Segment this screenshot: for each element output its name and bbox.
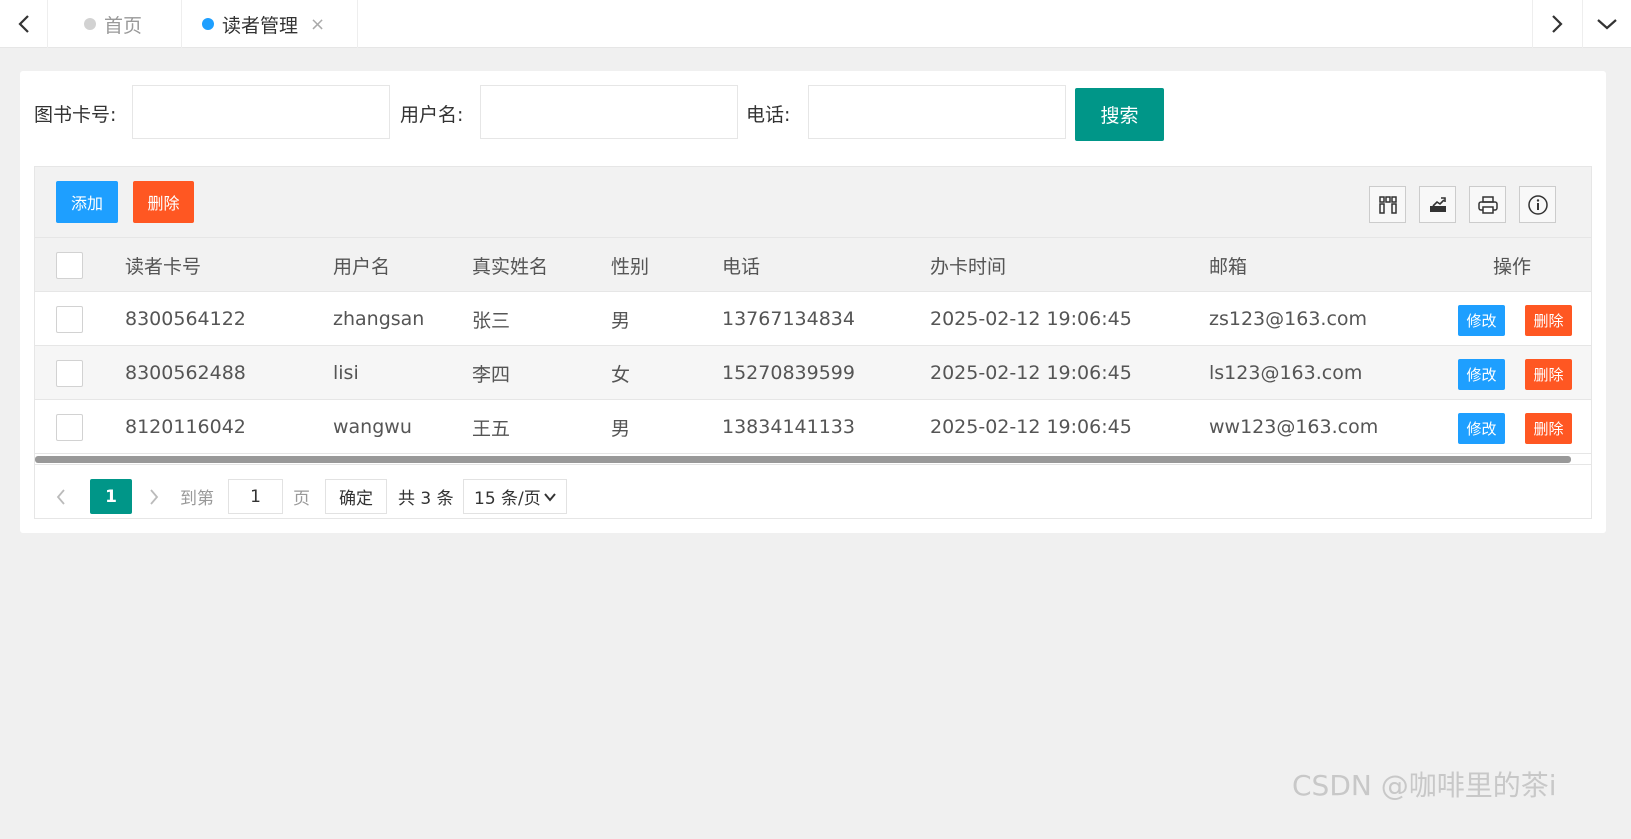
- cell-gender: 女: [611, 363, 631, 386]
- chevron-left-icon: [17, 15, 29, 33]
- tab-home-label: 首页: [104, 14, 143, 37]
- edit-button[interactable]: 修改: [1458, 413, 1505, 444]
- phone-input[interactable]: [808, 85, 1066, 139]
- cell-email: ww123@163.com: [1209, 416, 1379, 438]
- col-actions: 操作: [1493, 255, 1532, 278]
- edit-button[interactable]: 修改: [1458, 305, 1505, 336]
- cell-username: wangwu: [333, 416, 412, 438]
- select-all-checkbox[interactable]: [56, 252, 83, 279]
- cell-phone: 13767134834: [722, 308, 855, 330]
- card-number-label: 图书卡号:: [34, 104, 117, 126]
- delete-button[interactable]: 删除: [1525, 359, 1572, 390]
- add-button[interactable]: 添加: [56, 181, 118, 223]
- search-button[interactable]: 搜索: [1075, 88, 1164, 141]
- cell-username: zhangsan: [333, 308, 425, 330]
- columns-icon[interactable]: [1369, 186, 1406, 223]
- horizontal-scrollbar[interactable]: [35, 456, 1571, 463]
- col-card-number: 读者卡号: [125, 255, 202, 278]
- tab-scroll-left-button[interactable]: [0, 0, 48, 48]
- watermark: CSDN @咖啡里的茶i: [1292, 769, 1557, 802]
- cell-card-time: 2025-02-12 19:06:45: [930, 362, 1132, 384]
- chevron-right-icon: [150, 488, 159, 505]
- col-username: 用户名: [333, 255, 391, 278]
- username-label: 用户名:: [400, 104, 464, 126]
- chevron-down-icon: [1596, 19, 1617, 30]
- col-phone: 电话: [722, 255, 761, 278]
- table-header: 读者卡号 用户名 真实姓名 性别 电话 办卡时间 邮箱 操作: [35, 238, 1591, 292]
- cell-real-name: 李四: [472, 363, 511, 386]
- edit-button[interactable]: 修改: [1458, 359, 1505, 390]
- cell-card-time: 2025-02-12 19:06:45: [930, 416, 1132, 438]
- current-page[interactable]: 1: [90, 479, 132, 514]
- cell-real-name: 张三: [472, 309, 511, 332]
- table-row: 8300564122 zhangsan 张三 男 13767134834 202…: [35, 292, 1591, 346]
- chevron-left-icon: [56, 488, 65, 505]
- goto-label: 到第: [180, 489, 214, 509]
- cell-card-number: 8120116042: [125, 416, 246, 438]
- cell-username: lisi: [333, 362, 359, 384]
- info-icon[interactable]: [1519, 186, 1556, 223]
- cell-gender: 男: [611, 417, 631, 440]
- tab-home[interactable]: 首页: [48, 0, 182, 48]
- cell-phone: 13834141133: [722, 416, 855, 438]
- tab-dot-icon: [202, 18, 214, 30]
- cell-card-number: 8300564122: [125, 308, 246, 330]
- export-icon[interactable]: [1419, 186, 1456, 223]
- pagination: 1 到第 页 确定 共 3 条 15 条/页: [35, 464, 1591, 518]
- row-checkbox[interactable]: [56, 414, 83, 441]
- row-checkbox[interactable]: [56, 360, 83, 387]
- tab-scroll-right-button[interactable]: [1532, 0, 1580, 48]
- prev-page-button[interactable]: [55, 479, 67, 514]
- close-icon[interactable]: ×: [310, 14, 325, 35]
- cell-email: zs123@163.com: [1209, 308, 1368, 330]
- col-card-time: 办卡时间: [930, 255, 1007, 278]
- tab-dot-icon: [84, 18, 96, 30]
- col-email: 邮箱: [1209, 255, 1248, 278]
- tab-reader-management[interactable]: 读者管理 ×: [182, 0, 358, 48]
- chevron-down-icon: [544, 493, 556, 502]
- cell-email: ls123@163.com: [1209, 362, 1363, 384]
- page-size-select[interactable]: 15 条/页: [463, 479, 567, 514]
- col-real-name: 真实姓名: [472, 255, 549, 278]
- next-page-button[interactable]: [148, 479, 160, 514]
- batch-delete-button[interactable]: 删除: [133, 181, 194, 223]
- delete-button[interactable]: 删除: [1525, 305, 1572, 336]
- total-count: 共 3 条: [398, 489, 454, 509]
- cell-real-name: 王五: [472, 417, 511, 440]
- goto-page-input[interactable]: [228, 479, 283, 514]
- data-table: 添加 删除 读者卡号 用户名 真实姓名 性别 电话 办卡时间 邮箱 操作 830…: [34, 166, 1592, 519]
- chevron-right-icon: [1551, 15, 1563, 33]
- page-unit-label: 页: [293, 489, 310, 509]
- search-form: 图书卡号: 用户名: 电话: 搜索: [34, 85, 1534, 141]
- delete-button[interactable]: 删除: [1525, 413, 1572, 444]
- page-size-value: 15 条/页: [474, 489, 541, 509]
- row-checkbox[interactable]: [56, 306, 83, 333]
- phone-label: 电话:: [746, 104, 791, 126]
- cell-phone: 15270839599: [722, 362, 855, 384]
- cell-gender: 男: [611, 309, 631, 332]
- table-row: 8120116042 wangwu 王五 男 13834141133 2025-…: [35, 400, 1591, 454]
- main-card: 图书卡号: 用户名: 电话: 搜索 添加 删除 读者卡号 用户名 真实姓名 性别…: [20, 71, 1606, 533]
- username-input[interactable]: [480, 85, 738, 139]
- cell-card-time: 2025-02-12 19:06:45: [930, 308, 1132, 330]
- cell-card-number: 8300562488: [125, 362, 246, 384]
- col-gender: 性别: [611, 255, 650, 278]
- tab-active-label: 读者管理: [222, 14, 299, 37]
- card-number-input[interactable]: [132, 85, 390, 139]
- print-icon[interactable]: [1469, 186, 1506, 223]
- tab-menu-button[interactable]: [1582, 0, 1630, 48]
- table-toolbar: 添加 删除: [35, 167, 1591, 238]
- goto-confirm-button[interactable]: 确定: [325, 479, 387, 514]
- tab-bar: 首页 读者管理 ×: [0, 0, 1631, 48]
- table-row: 8300562488 lisi 李四 女 15270839599 2025-02…: [35, 346, 1591, 400]
